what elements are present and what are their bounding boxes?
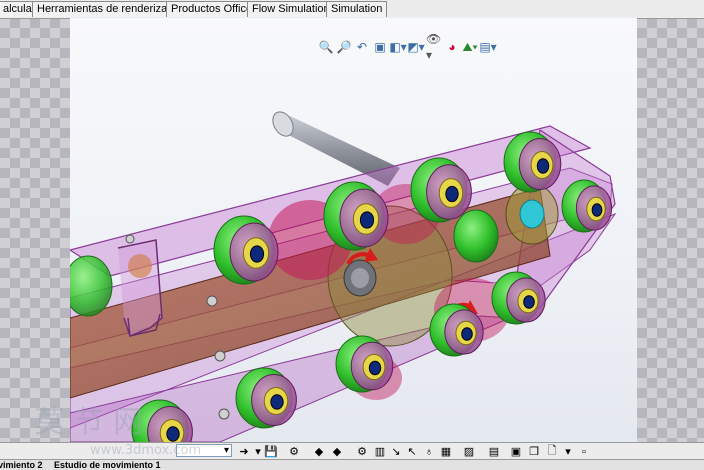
copy-icon[interactable]: ❐ [526, 444, 542, 459]
motor-icon[interactable]: ◆ [329, 444, 345, 459]
mounting-bracket[interactable] [117, 234, 163, 337]
viewport-background-right [637, 18, 704, 442]
tab-herramientas-de-renderizado[interactable]: Herramientas de renderizado [32, 1, 185, 17]
previous-view-icon[interactable]: ↶ [354, 39, 370, 55]
left-roller[interactable] [70, 255, 113, 317]
export-icon[interactable]: ▣ [508, 444, 524, 459]
display-style-icon[interactable]: ◩▾ [407, 39, 424, 55]
hide-show-icon[interactable]: 👁▾ [426, 32, 442, 62]
apply-scene-icon[interactable]: ⛰▾ [462, 39, 478, 55]
gravity-icon[interactable]: ♁ [421, 444, 437, 459]
options-icon[interactable]: ▫ [576, 444, 592, 459]
heads-up-view-toolbar: 🔍 🔎 ↶ ▣ ◧▾ ◩▾ 👁▾ ◕ ⛰▾ ▤▾ [318, 32, 497, 62]
svg-text:莫 节 网: 莫 节 网 [34, 405, 143, 440]
study-properties-icon[interactable]: ▨ [461, 444, 477, 459]
zoom-area-icon[interactable]: 🔎 [336, 39, 352, 55]
zoom-to-fit-icon[interactable]: 🔍 [318, 39, 334, 55]
conveyor-model[interactable] [70, 18, 637, 442]
tab-simulation[interactable]: Simulation [326, 1, 388, 17]
motion-study-tabs: vimiento 2 Estudio de movimiento 1 [0, 459, 704, 470]
force-icon[interactable]: ↘ [388, 444, 404, 459]
section-view-icon[interactable]: ▣ [372, 39, 388, 55]
add-key-icon[interactable]: ◆ [311, 444, 327, 459]
contact-icon[interactable]: ↖ [404, 444, 420, 459]
svg-text:www.3dmox.com: www.3dmox.com [90, 443, 200, 458]
save-animation-icon[interactable]: 💾 [263, 444, 279, 459]
viewport-background-left [0, 18, 70, 442]
tab-flow-simulation[interactable]: Flow Simulation [247, 1, 335, 17]
damper-icon[interactable]: ▥ [372, 444, 388, 459]
tab-productos-office[interactable]: Productos Office [166, 1, 258, 17]
animation-wizard-icon[interactable]: ⚙ [286, 444, 302, 459]
spring-icon[interactable]: ⚙ [354, 444, 370, 459]
watermark-logo: 莫 节 网 www.3dmox.com [34, 405, 200, 458]
view-settings-icon[interactable]: ▤▾ [479, 39, 496, 55]
page-icon[interactable]: 🗋 [544, 444, 560, 459]
graphics-area[interactable]: 🔍 🔎 ↶ ▣ ◧▾ ◩▾ 👁▾ ◕ ⛰▾ ▤▾ [70, 18, 637, 442]
command-manager-tabs: alcular Herramientas de renderizado Prod… [0, 0, 704, 19]
view-orientation-icon[interactable]: ◧▾ [389, 39, 406, 55]
more-dropdown-icon[interactable]: ▾ [560, 444, 576, 459]
table-icon[interactable]: ▤ [486, 444, 502, 459]
results-icon[interactable]: ▦ [438, 444, 454, 459]
edit-appearance-icon[interactable]: ◕ [444, 39, 460, 55]
